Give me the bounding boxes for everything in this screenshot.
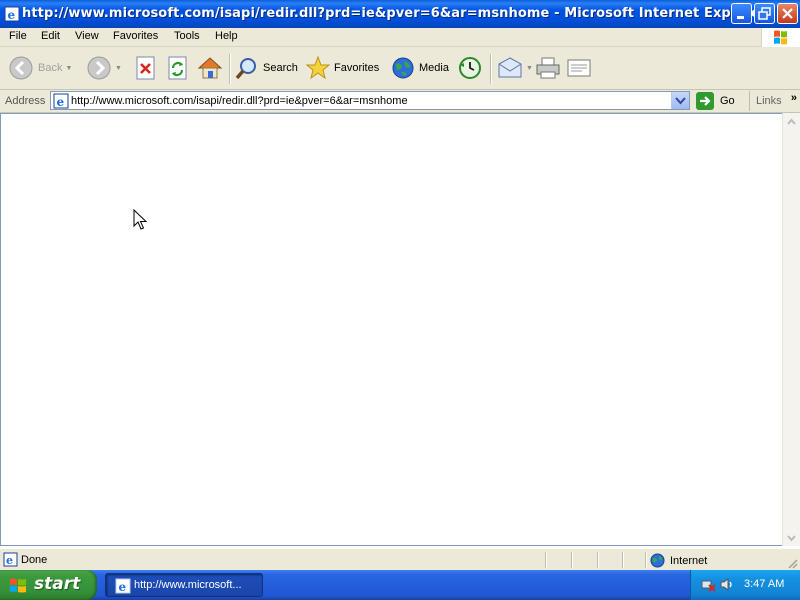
go-button[interactable]: Go (696, 92, 735, 110)
menu-tools[interactable]: Tools (174, 30, 200, 42)
media-label: Media (419, 62, 449, 74)
menu-bar: File Edit View Favorites Tools Help (0, 28, 800, 47)
ie-icon: e (115, 578, 131, 594)
home-icon (197, 57, 223, 79)
mail-icon (498, 57, 522, 78)
toolbar-separator (490, 54, 492, 84)
status-separator (545, 552, 547, 568)
vertical-scrollbar[interactable] (782, 113, 800, 546)
internet-globe-icon (650, 553, 665, 568)
media-button[interactable]: Media (391, 52, 449, 84)
menu-file[interactable]: File (9, 30, 27, 42)
minimize-button[interactable] (731, 3, 752, 24)
minimize-icon (737, 16, 744, 19)
mail-button[interactable]: ▼ (497, 52, 533, 84)
forward-dropdown-icon[interactable]: ▼ (115, 65, 122, 72)
print-button[interactable] (535, 52, 561, 84)
restore-icon (758, 7, 771, 20)
media-globe-icon (392, 57, 414, 79)
windows-logo (761, 28, 800, 47)
mail-dropdown-icon[interactable]: ▼ (526, 65, 533, 72)
chevron-right-icon[interactable]: » (791, 92, 797, 104)
svg-text:e: e (8, 8, 16, 22)
page-ie-icon: e (53, 93, 69, 109)
system-tray: 3:47 AM (690, 570, 800, 600)
toolbar-separator (229, 54, 231, 84)
toolbar: Back ▼ ▼ Search Favorites Media ▼ (0, 47, 800, 90)
svg-text:e: e (6, 554, 13, 567)
start-button[interactable]: start (0, 570, 97, 600)
links-bar[interactable]: Links » (749, 91, 800, 111)
status-separator (622, 552, 624, 568)
scroll-down-icon (787, 535, 796, 542)
address-field[interactable]: e (50, 91, 690, 110)
task-label: http://www.microsoft... (134, 579, 242, 591)
address-dropdown-button[interactable] (671, 92, 689, 109)
taskbar-ie-window[interactable]: e http://www.microsoft... (105, 573, 263, 597)
window-title: http://www.microsoft.com/isapi/redir.dll… (22, 6, 767, 21)
svg-text:e: e (119, 580, 127, 594)
go-label: Go (720, 95, 735, 107)
back-button[interactable]: Back ▼ (8, 52, 72, 84)
refresh-icon (168, 56, 187, 80)
printer-icon (536, 57, 560, 79)
history-button[interactable] (457, 52, 483, 84)
close-icon (782, 8, 793, 19)
page-status-icon: e (3, 552, 18, 567)
status-bar: e Done Internet (0, 548, 800, 571)
security-zone: Internet (650, 553, 707, 568)
back-label: Back (38, 62, 63, 74)
chevron-down-icon (675, 97, 686, 105)
stop-button[interactable] (135, 52, 157, 84)
favorites-label: Favorites (334, 62, 380, 74)
svg-text:e: e (57, 95, 65, 109)
search-button[interactable]: Search (235, 52, 298, 84)
stop-icon (136, 56, 155, 80)
back-arrow-icon (9, 56, 33, 80)
close-button[interactable] (777, 3, 798, 24)
back-dropdown-icon[interactable]: ▼ (65, 65, 72, 72)
status-separator (645, 552, 647, 568)
clock[interactable]: 3:47 AM (744, 578, 784, 590)
resize-grip-icon[interactable] (786, 557, 798, 569)
edit-button[interactable] (566, 52, 592, 84)
favorites-button[interactable]: Favorites (306, 52, 379, 84)
zone-label: Internet (670, 554, 708, 567)
windows-flag-icon (10, 578, 26, 593)
forward-arrow-icon (87, 56, 111, 80)
search-label: Search (263, 62, 298, 74)
status-separator (571, 552, 573, 568)
status-separator (597, 552, 599, 568)
address-input[interactable] (71, 92, 661, 109)
network-alert-icon[interactable] (701, 577, 716, 592)
search-icon (235, 58, 256, 80)
start-label: start (34, 574, 81, 594)
scroll-up-icon (787, 118, 796, 125)
menu-favorites[interactable]: Favorites (113, 30, 158, 42)
links-label: Links (756, 95, 782, 107)
address-label: Address (5, 95, 46, 107)
refresh-button[interactable] (167, 52, 189, 84)
history-icon (459, 57, 481, 79)
star-icon (306, 56, 330, 80)
menu-help[interactable]: Help (215, 30, 238, 42)
mouse-cursor-icon (133, 209, 147, 230)
title-bar[interactable]: e http://www.microsoft.com/isapi/redir.d… (0, 0, 800, 28)
address-bar: Address e Go Links » (0, 90, 800, 113)
scroll-up-button[interactable] (783, 113, 800, 130)
go-arrow-icon (696, 92, 714, 110)
volume-icon[interactable] (719, 577, 734, 592)
restore-button[interactable] (754, 3, 775, 24)
status-text: Done (21, 554, 48, 566)
page-content[interactable] (0, 113, 782, 546)
home-button[interactable] (197, 52, 223, 84)
ie-icon: e (4, 6, 20, 22)
forward-button[interactable]: ▼ (86, 52, 122, 84)
taskbar: start e http://www.microsoft... 3:47 AM (0, 570, 800, 600)
menu-view[interactable]: View (75, 30, 99, 42)
scroll-down-button[interactable] (783, 529, 800, 546)
menu-edit[interactable]: Edit (41, 30, 60, 42)
windows-flag-icon (774, 30, 787, 45)
edit-page-icon (567, 59, 591, 77)
